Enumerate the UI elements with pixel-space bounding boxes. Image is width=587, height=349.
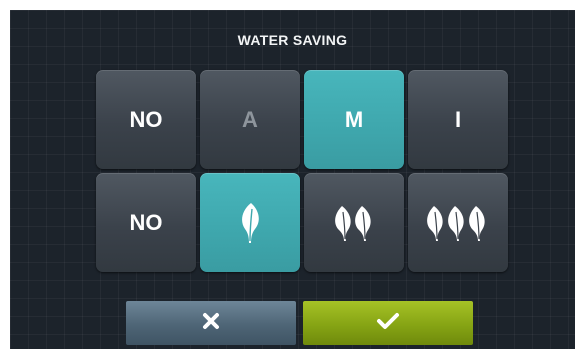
mode-m-button[interactable]: M (304, 70, 404, 169)
mode-no-label: NO (129, 106, 163, 132)
options-grid: NO A M I NO (96, 70, 508, 272)
close-icon (201, 311, 221, 336)
mode-m-label: M (344, 106, 364, 132)
level-no-label: NO (129, 209, 163, 235)
mode-no-button[interactable]: NO (96, 70, 196, 169)
one-leaf-icon (239, 201, 261, 245)
level-2-leaf-button[interactable] (304, 173, 404, 272)
mode-a-label: A (242, 106, 258, 132)
level-1-leaf-button[interactable] (200, 173, 300, 272)
check-icon (376, 311, 400, 336)
two-leaves-icon (330, 203, 378, 243)
water-saving-screen: WATER SAVING NO A M I NO (10, 10, 575, 349)
level-3-leaf-button[interactable] (408, 173, 508, 272)
mode-i-button[interactable]: I (408, 70, 508, 169)
three-leaves-icon (422, 203, 494, 243)
level-no-button[interactable]: NO (96, 173, 196, 272)
screen-title: WATER SAVING (237, 32, 348, 48)
confirm-button[interactable] (303, 301, 473, 345)
cancel-button[interactable] (126, 301, 296, 345)
mode-i-label: I (454, 106, 462, 132)
mode-a-button[interactable]: A (200, 70, 300, 169)
